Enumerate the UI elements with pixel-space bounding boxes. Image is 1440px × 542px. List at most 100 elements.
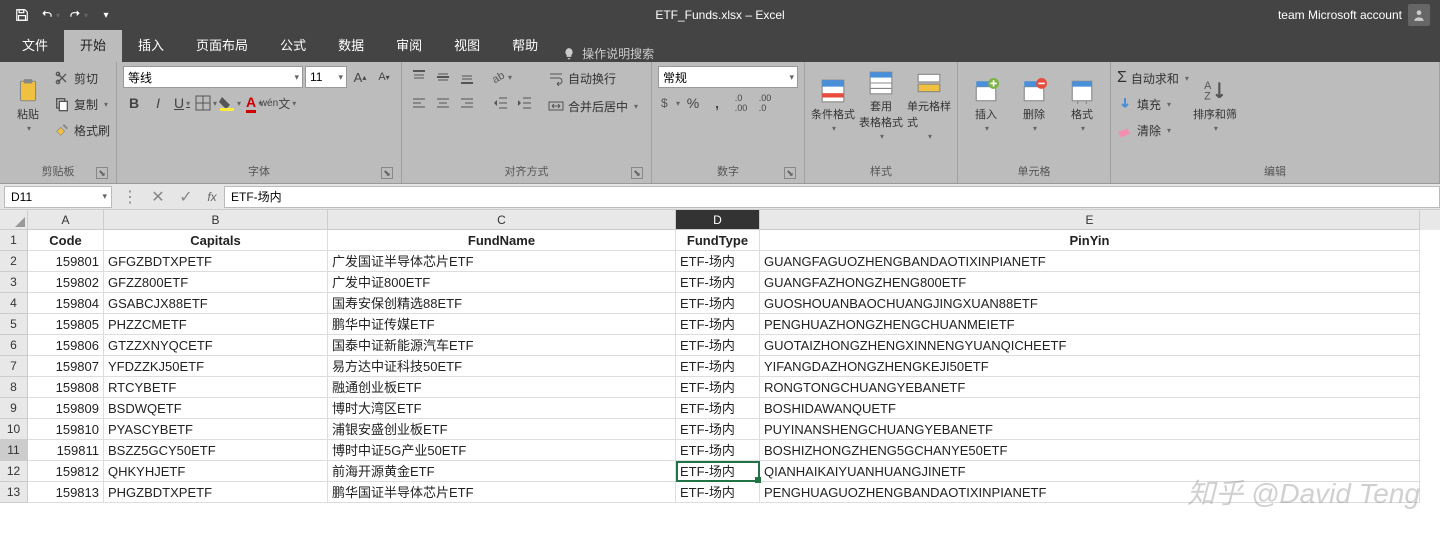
italic-icon[interactable]: I <box>147 92 169 114</box>
col-header-C[interactable]: C <box>328 210 676 230</box>
cell[interactable]: BOSHIDAWANQUETF <box>760 398 1420 419</box>
align-left-icon[interactable] <box>408 92 430 114</box>
font-size-combo[interactable]: 11 <box>305 66 347 88</box>
enter-icon[interactable]: ✓ <box>172 186 200 208</box>
copy-button[interactable]: 复制 <box>54 92 110 116</box>
cell[interactable]: RONGTONGCHUANGYEBANETF <box>760 377 1420 398</box>
cell[interactable]: 159804 <box>28 293 104 314</box>
wrap-text-button[interactable]: 自动换行 <box>548 66 638 90</box>
col-header-B[interactable]: B <box>104 210 328 230</box>
tab-help[interactable]: 帮助 <box>496 27 554 62</box>
increase-indent-icon[interactable] <box>514 92 536 114</box>
row-header[interactable]: 2 <box>0 251 28 272</box>
tab-file[interactable]: 文件 <box>6 27 64 62</box>
row-header[interactable]: 10 <box>0 419 28 440</box>
autosum-button[interactable]: Σ自动求和 <box>1117 66 1189 90</box>
cell[interactable]: Capitals <box>104 230 328 251</box>
row-header[interactable]: 12 <box>0 461 28 482</box>
paste-button[interactable]: 粘贴 <box>6 66 50 144</box>
cell[interactable]: ETF-场内 <box>676 335 760 356</box>
redo-icon[interactable] <box>64 3 92 27</box>
cell[interactable]: BOSHIZHONGZHENG5GCHANYE50ETF <box>760 440 1420 461</box>
row-header[interactable]: 6 <box>0 335 28 356</box>
cell[interactable]: 159809 <box>28 398 104 419</box>
cell[interactable]: 鹏华中证传媒ETF <box>328 314 676 335</box>
tab-view[interactable]: 视图 <box>438 27 496 62</box>
shrink-font-icon[interactable]: A▾ <box>373 66 395 88</box>
cell[interactable]: ETF-场内 <box>676 461 760 482</box>
cell[interactable]: FundName <box>328 230 676 251</box>
cell[interactable]: ETF-场内 <box>676 314 760 335</box>
merge-center-button[interactable]: 合并后居中 <box>548 94 638 118</box>
fx-icon[interactable]: fx <box>200 190 224 204</box>
underline-icon[interactable]: U <box>171 92 193 114</box>
row-header[interactable]: 11 <box>0 440 28 461</box>
worksheet-grid[interactable]: A B C D E 1 Code Capitals FundName FundT… <box>0 210 1440 503</box>
cell[interactable]: ETF-场内 <box>676 482 760 503</box>
cell[interactable]: 159811 <box>28 440 104 461</box>
clear-button[interactable]: 清除 <box>1117 118 1189 142</box>
align-middle-icon[interactable] <box>432 66 454 88</box>
cell[interactable]: PHZZCMETF <box>104 314 328 335</box>
tab-home[interactable]: 开始 <box>64 27 122 62</box>
save-icon[interactable] <box>8 3 36 27</box>
sort-filter-button[interactable]: AZ排序和筛 <box>1193 66 1237 144</box>
orientation-icon[interactable]: ab <box>490 66 512 88</box>
cell[interactable]: GTZZXNYQCETF <box>104 335 328 356</box>
cell[interactable]: GUOSHOUANBAOCHUANGJINGXUAN88ETF <box>760 293 1420 314</box>
cell[interactable]: GUANGFAGUOZHENGBANDAOTIXINPIANETF <box>760 251 1420 272</box>
format-table-button[interactable]: 套用 表格格式 <box>859 66 903 144</box>
cut-button[interactable]: 剪切 <box>54 66 110 90</box>
increase-decimal-icon[interactable]: .0.00 <box>730 92 752 114</box>
accounting-icon[interactable]: $ <box>658 92 680 114</box>
cell[interactable]: 159810 <box>28 419 104 440</box>
cell[interactable]: 易方达中证科技50ETF <box>328 356 676 377</box>
tab-insert[interactable]: 插入 <box>122 27 180 62</box>
row-header[interactable]: 1 <box>0 230 28 251</box>
format-painter-button[interactable]: 格式刷 <box>54 118 110 142</box>
insert-cells-button[interactable]: 插入 <box>964 66 1008 144</box>
row-header[interactable]: 3 <box>0 272 28 293</box>
grow-font-icon[interactable]: A▴ <box>349 66 371 88</box>
clipboard-launcher[interactable]: ⬊ <box>96 167 108 179</box>
cell[interactable]: BSDWQETF <box>104 398 328 419</box>
cell[interactable]: ETF-场内 <box>676 440 760 461</box>
cell[interactable]: 159806 <box>28 335 104 356</box>
cell[interactable]: GFGZBDTXPETF <box>104 251 328 272</box>
cell[interactable]: 广发中证800ETF <box>328 272 676 293</box>
cell[interactable]: RTCYBETF <box>104 377 328 398</box>
formula-input[interactable]: ETF-场内 <box>224 186 1440 208</box>
cell[interactable]: GFZZ800ETF <box>104 272 328 293</box>
fill-button[interactable]: 填充 <box>1117 92 1189 116</box>
name-box[interactable]: D11 <box>4 186 112 208</box>
cell[interactable]: ETF-场内 <box>676 356 760 377</box>
cell[interactable]: GUOTAIZHONGZHENGXINNENGYUANQICHEETF <box>760 335 1420 356</box>
tab-data[interactable]: 数据 <box>322 27 380 62</box>
cell[interactable]: GSABCJX88ETF <box>104 293 328 314</box>
tab-formulas[interactable]: 公式 <box>264 27 322 62</box>
cell[interactable]: 博时中证5G产业50ETF <box>328 440 676 461</box>
cell[interactable]: ETF-场内 <box>676 377 760 398</box>
cell[interactable]: PinYin <box>760 230 1420 251</box>
cell[interactable]: QHKYHJETF <box>104 461 328 482</box>
row-header[interactable]: 5 <box>0 314 28 335</box>
account-area[interactable]: team Microsoft account <box>1278 4 1430 26</box>
tab-layout[interactable]: 页面布局 <box>180 27 264 62</box>
number-launcher[interactable]: ⬊ <box>784 167 796 179</box>
align-right-icon[interactable] <box>456 92 478 114</box>
comma-icon[interactable]: , <box>706 92 728 114</box>
number-format-combo[interactable]: 常规 <box>658 66 798 88</box>
cell-styles-button[interactable]: 单元格样式 <box>907 66 951 144</box>
cell[interactable]: BSZZ5GCY50ETF <box>104 440 328 461</box>
cell[interactable]: 融通创业板ETF <box>328 377 676 398</box>
cell[interactable]: 159808 <box>28 377 104 398</box>
cell[interactable]: 159807 <box>28 356 104 377</box>
tell-me[interactable]: 操作说明搜索 <box>554 45 654 62</box>
cell[interactable]: FundType <box>676 230 760 251</box>
cell[interactable]: 159813 <box>28 482 104 503</box>
row-header[interactable]: 9 <box>0 398 28 419</box>
formula-expand-icon[interactable]: ⋮ <box>116 186 144 208</box>
cell[interactable]: YFDZZKJ50ETF <box>104 356 328 377</box>
cell[interactable]: ETF-场内 <box>676 272 760 293</box>
fill-color-icon[interactable] <box>219 92 241 114</box>
